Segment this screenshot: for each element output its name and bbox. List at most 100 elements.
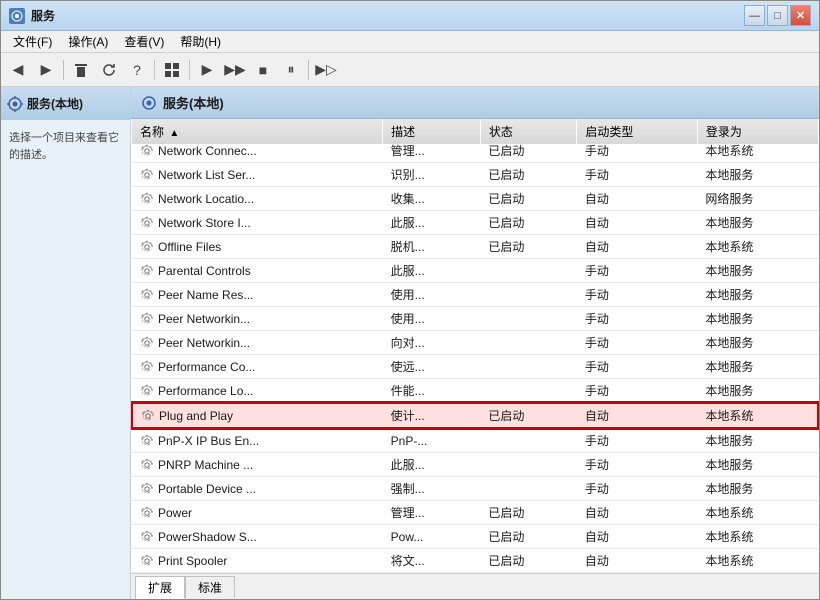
- toolbar-sep-4: [308, 60, 309, 80]
- table-row[interactable]: Network Locatio... 收集...已启动自动网络服务: [132, 187, 818, 211]
- service-gear-icon: [140, 264, 154, 278]
- left-panel-desc: 选择一个项目来查看它的描述。: [1, 120, 130, 173]
- window-title: 服务: [31, 7, 55, 24]
- service-gear-icon: [140, 312, 154, 326]
- service-gear-icon: [140, 506, 154, 520]
- toolbar-play-step[interactable]: ▶▶: [222, 57, 248, 83]
- service-name-cell: PNRP Machine ...: [132, 453, 383, 477]
- main-area: 服务(本地) 选择一个项目来查看它的描述。 服务(本地) 名: [1, 87, 819, 599]
- col-name[interactable]: 名称 ▲: [132, 119, 383, 145]
- table-row[interactable]: Performance Co... 使远...手动本地服务: [132, 355, 818, 379]
- toolbar-up[interactable]: [68, 57, 94, 83]
- col-logon[interactable]: 登录为: [697, 119, 818, 145]
- table-row[interactable]: Peer Networkin... 向对...手动本地服务: [132, 331, 818, 355]
- service-gear-icon: [140, 384, 154, 398]
- table-row[interactable]: Offline Files 脱机...已启动自动本地系统: [132, 235, 818, 259]
- service-name-cell: PnP-X IP Bus En...: [132, 428, 383, 453]
- status-bar: 扩展 标准: [131, 573, 819, 599]
- toolbar-forward[interactable]: ▶: [33, 57, 59, 83]
- tab-standard[interactable]: 标准: [185, 576, 235, 598]
- maximize-button[interactable]: □: [767, 5, 788, 26]
- service-name-cell: Print Spooler: [132, 549, 383, 573]
- service-name-cell: Peer Networkin...: [132, 331, 383, 355]
- col-description[interactable]: 描述: [383, 119, 481, 145]
- service-name-cell: Network List Ser...: [132, 163, 383, 187]
- services-table: 名称 ▲ 描述 状态 启动类型 登录为 Netw: [131, 119, 819, 573]
- service-gear-icon: [140, 458, 154, 472]
- service-name-cell: Network Locatio...: [132, 187, 383, 211]
- right-panel-header: 服务(本地): [131, 87, 819, 119]
- table-row[interactable]: Peer Name Res... 使用...手动本地服务: [132, 283, 818, 307]
- tab-expand[interactable]: 扩展: [135, 576, 185, 599]
- service-gear-icon: [140, 530, 154, 544]
- service-name-cell: Portable Device ...: [132, 477, 383, 501]
- minimize-button[interactable]: —: [744, 5, 765, 26]
- service-name-cell: Power: [132, 501, 383, 525]
- toolbar-refresh[interactable]: [96, 57, 122, 83]
- toolbar-export[interactable]: [159, 57, 185, 83]
- service-gear-icon: [140, 216, 154, 230]
- left-panel: 服务(本地) 选择一个项目来查看它的描述。: [1, 87, 131, 599]
- service-gear-icon: [140, 554, 154, 568]
- right-panel: 服务(本地) 名称 ▲ 描述 状态 启动类型 登录为: [131, 87, 819, 599]
- table-row[interactable]: Network List Ser... 识别...已启动手动本地服务: [132, 163, 818, 187]
- left-panel-header[interactable]: 服务(本地): [1, 87, 130, 120]
- table-row[interactable]: Plug and Play 使计...已启动自动本地系统: [132, 403, 818, 428]
- service-name-cell: Peer Networkin...: [132, 307, 383, 331]
- toolbar: ◀ ▶ ? ▶ ▶▶ ■ ⏸: [1, 53, 819, 87]
- table-row[interactable]: Performance Lo... 件能...手动本地服务: [132, 379, 818, 404]
- toolbar-sep-3: [189, 60, 190, 80]
- service-gear-icon: [141, 409, 155, 423]
- service-gear-icon: [140, 288, 154, 302]
- col-status[interactable]: 状态: [480, 119, 576, 145]
- services-window: 服务 — □ ✕ 文件(F) 操作(A) 查看(V) 帮助(H) ◀ ▶: [0, 0, 820, 600]
- toolbar-arrow[interactable]: ▶▷: [313, 57, 339, 83]
- services-table-container[interactable]: 名称 ▲ 描述 状态 启动类型 登录为 Netw: [131, 119, 819, 573]
- table-row[interactable]: Power 管理...已启动自动本地系统: [132, 501, 818, 525]
- menu-file[interactable]: 文件(F): [5, 31, 60, 52]
- close-button[interactable]: ✕: [790, 5, 811, 26]
- menu-view[interactable]: 查看(V): [116, 31, 172, 52]
- table-row[interactable]: Peer Networkin... 使用...手动本地服务: [132, 307, 818, 331]
- service-name-cell: PowerShadow S...: [132, 525, 383, 549]
- toolbar-help[interactable]: ?: [124, 57, 150, 83]
- service-name-cell: Network Store I...: [132, 211, 383, 235]
- service-gear-icon: [140, 360, 154, 374]
- table-row[interactable]: Network Store I... 此服...已启动自动本地服务: [132, 211, 818, 235]
- table-row[interactable]: Print Spooler 将文...已启动自动本地系统: [132, 549, 818, 573]
- title-bar: 服务 — □ ✕: [1, 1, 819, 31]
- service-gear-icon: [140, 336, 154, 350]
- toolbar-stop[interactable]: ■: [250, 57, 276, 83]
- service-name-cell: Performance Lo...: [132, 379, 383, 404]
- left-panel-title: 服务(本地): [27, 95, 83, 112]
- service-name-cell: Offline Files: [132, 235, 383, 259]
- right-panel-title: 服务(本地): [163, 93, 224, 112]
- table-row[interactable]: PNRP Machine ... 此服...手动本地服务: [132, 453, 818, 477]
- menu-help[interactable]: 帮助(H): [172, 31, 229, 52]
- toolbar-back[interactable]: ◀: [5, 57, 31, 83]
- table-row[interactable]: PowerShadow S... Pow...已启动自动本地系统: [132, 525, 818, 549]
- sort-arrow: ▲: [169, 128, 179, 139]
- service-name-cell: Plug and Play: [132, 403, 383, 428]
- col-startup[interactable]: 启动类型: [577, 119, 698, 145]
- panel-services-icon: [141, 95, 157, 111]
- service-gear-icon: [140, 434, 154, 448]
- service-gear-icon: [140, 144, 154, 158]
- title-bar-left: 服务: [9, 7, 55, 24]
- window-icon: [9, 8, 25, 24]
- toolbar-pause[interactable]: ⏸: [278, 57, 304, 83]
- title-controls: — □ ✕: [744, 5, 811, 26]
- service-gear-icon: [140, 168, 154, 182]
- service-name-cell: Peer Name Res...: [132, 283, 383, 307]
- toolbar-play[interactable]: ▶: [194, 57, 220, 83]
- toolbar-sep-2: [154, 60, 155, 80]
- menu-action[interactable]: 操作(A): [60, 31, 116, 52]
- table-row[interactable]: Portable Device ... 强制...手动本地服务: [132, 477, 818, 501]
- services-icon: [7, 96, 23, 112]
- table-row[interactable]: PnP-X IP Bus En... PnP-...手动本地服务: [132, 428, 818, 453]
- service-name-cell: Performance Co...: [132, 355, 383, 379]
- service-name-cell: Parental Controls: [132, 259, 383, 283]
- table-row[interactable]: Parental Controls 此服...手动本地服务: [132, 259, 818, 283]
- menu-bar: 文件(F) 操作(A) 查看(V) 帮助(H): [1, 31, 819, 53]
- service-gear-icon: [140, 192, 154, 206]
